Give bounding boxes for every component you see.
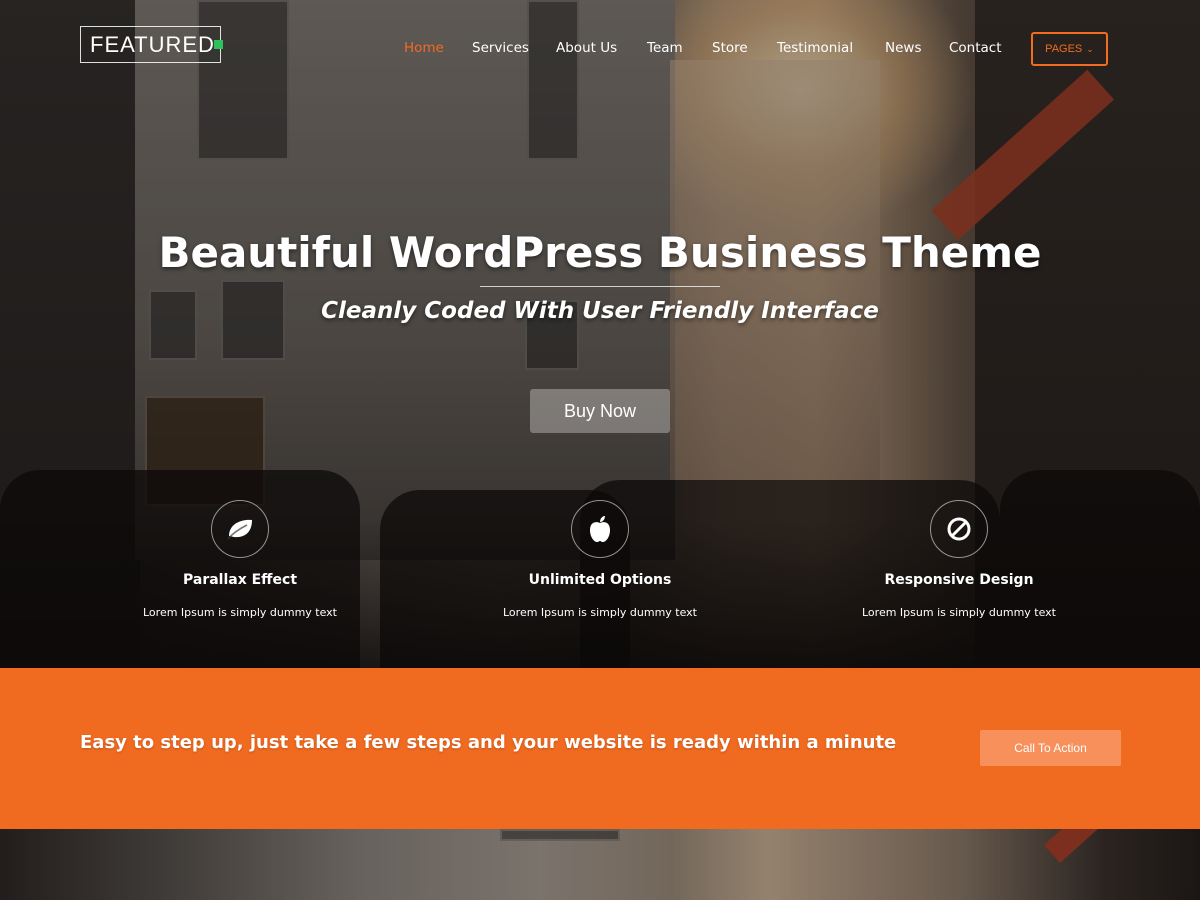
nav-testimonial[interactable]: Testimonial [777, 40, 853, 56]
nav-contact[interactable]: Contact [949, 40, 1002, 56]
chevron-down-icon: ⌄ [1086, 44, 1094, 54]
feature-title: Unlimited Options [528, 572, 672, 588]
nav-home[interactable]: Home [404, 40, 444, 56]
bottom-parallax-strip [0, 829, 1200, 900]
feature-parallax: Parallax Effect Lorem Ipsum is simply du… [120, 500, 360, 619]
hero-title: Beautiful WordPress Business Theme [158, 228, 1042, 277]
feature-text: Lorem Ipsum is simply dummy text [503, 606, 697, 619]
bottom-overlay [0, 829, 1200, 900]
logo-dot [214, 40, 223, 49]
apple-icon [571, 500, 629, 558]
nav-team[interactable]: Team [647, 40, 683, 56]
nav-about-us[interactable]: About Us [556, 40, 617, 56]
leaf-icon [211, 500, 269, 558]
feature-unlimited-options: Unlimited Options Lorem Ipsum is simply … [480, 500, 720, 619]
feature-text: Lorem Ipsum is simply dummy text [862, 606, 1056, 619]
nav-services[interactable]: Services [472, 40, 529, 56]
buy-now-button[interactable]: Buy Now [530, 389, 670, 433]
feature-title: Responsive Design [884, 572, 1034, 588]
pages-label: PAGES [1045, 43, 1083, 55]
ban-icon [930, 500, 988, 558]
feature-text: Lorem Ipsum is simply dummy text [143, 606, 337, 619]
feature-responsive-design: Responsive Design Lorem Ipsum is simply … [839, 500, 1079, 619]
cta-section: Easy to step up, just take a few steps a… [0, 668, 1200, 829]
cta-text: Easy to step up, just take a few steps a… [80, 732, 897, 753]
site-logo[interactable]: FEATURED [80, 26, 221, 63]
call-to-action-button[interactable]: Call To Action [980, 730, 1121, 766]
hero-subtitle: Cleanly Coded With User Friendly Interfa… [321, 298, 879, 324]
pages-dropdown-button[interactable]: PAGES ⌄ [1031, 32, 1108, 66]
hero-divider [480, 286, 720, 287]
logo-text: FEATURED [90, 32, 215, 57]
nav-news[interactable]: News [885, 40, 921, 56]
feature-title: Parallax Effect [182, 572, 298, 588]
nav-store[interactable]: Store [712, 40, 748, 56]
